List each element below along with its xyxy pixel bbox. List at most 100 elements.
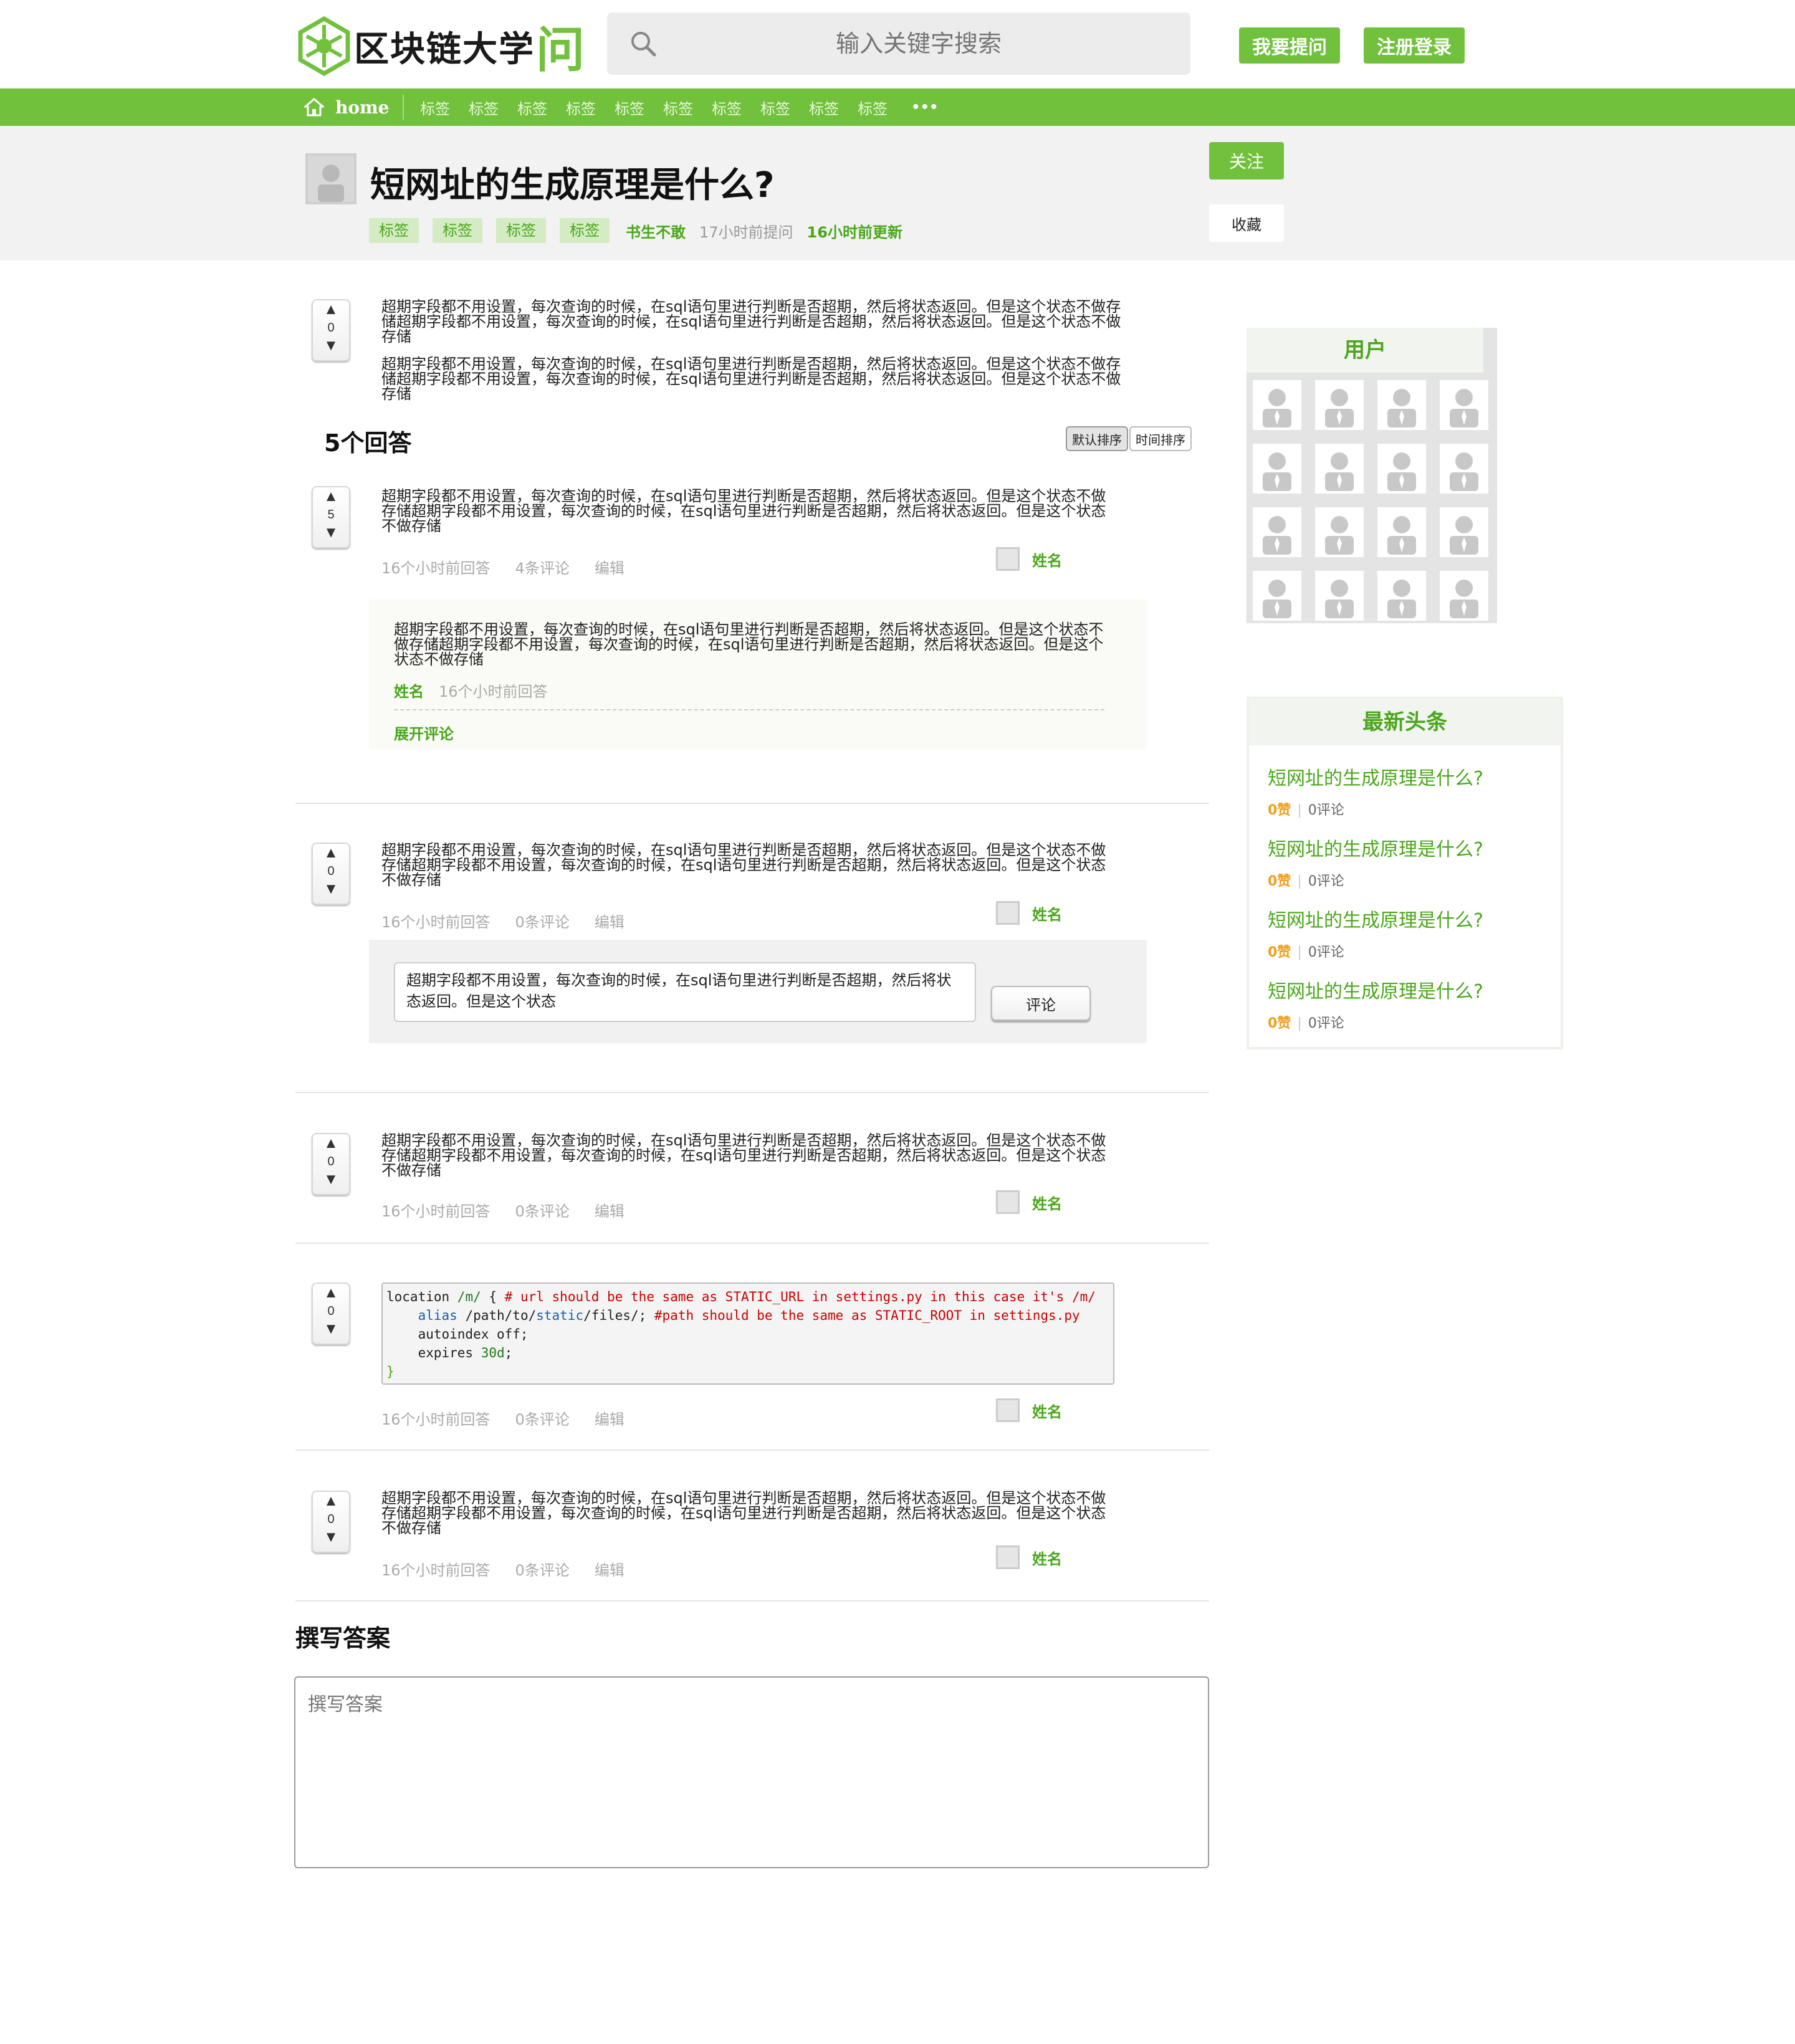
downvote-icon[interactable]: ▼ [313, 1320, 349, 1339]
user-avatar[interactable] [1377, 444, 1426, 494]
user-avatar[interactable] [1253, 571, 1301, 621]
answer-divider [295, 1243, 1209, 1244]
user-placeholder-icon [1325, 389, 1354, 427]
upvote-icon[interactable]: ▲ [313, 1134, 349, 1153]
question-tag[interactable]: 标签 [433, 218, 482, 243]
news-item: 短网址的生成原理是什么? 0赞 | 0评论 [1268, 905, 1483, 961]
answer-edit-link[interactable]: 编辑 [595, 556, 625, 578]
answer-user[interactable]: 姓名 [996, 547, 1062, 571]
users-panel-title: 用户 [1247, 328, 1483, 373]
news-comments: 0评论 [1308, 1016, 1344, 1031]
answer-comments-link[interactable]: 0条评论 [515, 1199, 570, 1221]
code-token: alias [386, 1308, 466, 1323]
favorite-button[interactable]: 收藏 [1209, 204, 1284, 242]
user-avatar[interactable] [1253, 507, 1301, 557]
user-avatar[interactable] [1440, 444, 1488, 494]
user-avatar[interactable] [1253, 380, 1301, 430]
user-avatar[interactable] [1377, 571, 1426, 621]
question-body: 超期字段都不用设置，每次查询的时候，在sql语句里进行判断是否超期，然后将状态返… [381, 355, 1121, 403]
code-token: /m/ [457, 1289, 481, 1304]
user-avatar[interactable] [1377, 380, 1426, 430]
news-item-title[interactable]: 短网址的生成原理是什么? [1268, 834, 1483, 861]
question-author-avatar[interactable] [305, 153, 357, 204]
answer-comments-link[interactable]: 0条评论 [515, 1558, 570, 1580]
vote-count: 0 [327, 864, 335, 878]
answer-edit-link[interactable]: 编辑 [595, 910, 625, 932]
register-login-button[interactable]: 注册登录 [1364, 27, 1465, 64]
nav-tag[interactable]: 标签 [420, 97, 469, 118]
expand-comments-link[interactable]: 展开评论 [394, 722, 454, 743]
question-tag[interactable]: 标签 [560, 218, 610, 243]
user-avatar[interactable] [1253, 444, 1301, 494]
news-item-title[interactable]: 短网址的生成原理是什么? [1268, 976, 1483, 1003]
answer-comments-link[interactable]: 4条评论 [515, 556, 570, 578]
nav-tag[interactable]: 标签 [566, 97, 615, 118]
user-avatar[interactable] [1315, 571, 1364, 621]
user-avatar-icon [996, 1545, 1020, 1569]
answer-edit-link[interactable]: 编辑 [595, 1558, 625, 1580]
write-answer-input[interactable] [294, 1676, 1209, 1868]
nav-tags: 标签 标签 标签 标签 标签 标签 标签 标签 标签 标签 ••• [420, 88, 940, 126]
answer-comments-link[interactable]: 0条评论 [515, 1407, 570, 1429]
nav-tag[interactable]: 标签 [663, 97, 712, 118]
search-input[interactable] [682, 12, 1156, 75]
answer-user[interactable]: 姓名 [996, 901, 1062, 925]
nav-tag[interactable]: 标签 [809, 97, 858, 118]
news-item: 短网址的生成原理是什么? 0赞 | 0评论 [1268, 834, 1483, 890]
submit-comment-button[interactable]: 评论 [991, 986, 1091, 1021]
logo-text: 区块链大学 [354, 29, 535, 70]
answer-user[interactable]: 姓名 [996, 1190, 1062, 1214]
search-icon[interactable] [629, 30, 657, 57]
site-logo[interactable]: 区块链大学 问 [298, 16, 585, 79]
code-comment: #path should be the same as STATIC_ROOT … [654, 1308, 1080, 1323]
user-avatar[interactable] [1377, 507, 1426, 557]
answer-comments-link[interactable]: 0条评论 [515, 910, 570, 932]
question-tag[interactable]: 标签 [369, 218, 419, 243]
nav-tag[interactable]: 标签 [712, 97, 760, 118]
user-avatar[interactable] [1440, 380, 1488, 430]
user-avatar[interactable] [1440, 571, 1488, 621]
meta-separator: | [1297, 945, 1302, 960]
upvote-icon[interactable]: ▲ [313, 487, 349, 506]
downvote-icon[interactable]: ▼ [313, 880, 349, 899]
user-avatar[interactable] [1315, 444, 1364, 494]
nav-tag[interactable]: 标签 [517, 97, 566, 118]
answer-user[interactable]: 姓名 [996, 1398, 1062, 1422]
user-avatar-icon [996, 901, 1020, 925]
reply-input[interactable]: 超期字段都不用设置，每次查询的时候，在sql语句里进行判断是否超期，然后将状态返… [394, 962, 976, 1022]
answer-edit-link[interactable]: 编辑 [595, 1199, 625, 1221]
upvote-icon[interactable]: ▲ [313, 300, 349, 319]
upvote-icon[interactable]: ▲ [313, 1284, 349, 1302]
ask-question-button[interactable]: 我要提问 [1239, 27, 1340, 64]
downvote-icon[interactable]: ▼ [313, 1170, 349, 1189]
comment-author[interactable]: 姓名 [394, 679, 424, 701]
follow-button[interactable]: 关注 [1209, 142, 1284, 179]
search-bar[interactable] [607, 12, 1190, 75]
news-item-title[interactable]: 短网址的生成原理是什么? [1268, 763, 1483, 790]
upvote-icon[interactable]: ▲ [313, 1492, 349, 1511]
user-avatar[interactable] [1315, 380, 1364, 430]
comment-divider [394, 709, 1104, 710]
downvote-icon[interactable]: ▼ [313, 1528, 349, 1547]
nav-home[interactable]: home [304, 88, 389, 126]
user-placeholder-icon [1325, 516, 1354, 555]
nav-tag[interactable]: 标签 [858, 97, 906, 118]
sort-default-button[interactable]: 默认排序 [1066, 426, 1128, 451]
question-author[interactable]: 书生不敢 [626, 220, 686, 242]
nav-tag[interactable]: 标签 [469, 97, 517, 118]
nav-more-icon[interactable]: ••• [912, 97, 940, 118]
nav-tag[interactable]: 标签 [760, 97, 809, 118]
news-item-title[interactable]: 短网址的生成原理是什么? [1268, 905, 1483, 932]
user-avatar[interactable] [1315, 507, 1364, 557]
upvote-icon[interactable]: ▲ [313, 844, 349, 862]
user-avatar[interactable] [1440, 507, 1488, 557]
sort-time-button[interactable]: 时间排序 [1129, 426, 1192, 451]
downvote-icon[interactable]: ▼ [313, 523, 349, 542]
answer-user[interactable]: 姓名 [996, 1545, 1062, 1569]
latest-news-title: 最新头条 [1249, 699, 1561, 745]
downvote-icon[interactable]: ▼ [313, 337, 349, 355]
user-placeholder-icon [1263, 389, 1291, 427]
nav-tag[interactable]: 标签 [615, 97, 663, 118]
answer-edit-link[interactable]: 编辑 [595, 1407, 625, 1429]
question-tag[interactable]: 标签 [496, 218, 546, 243]
